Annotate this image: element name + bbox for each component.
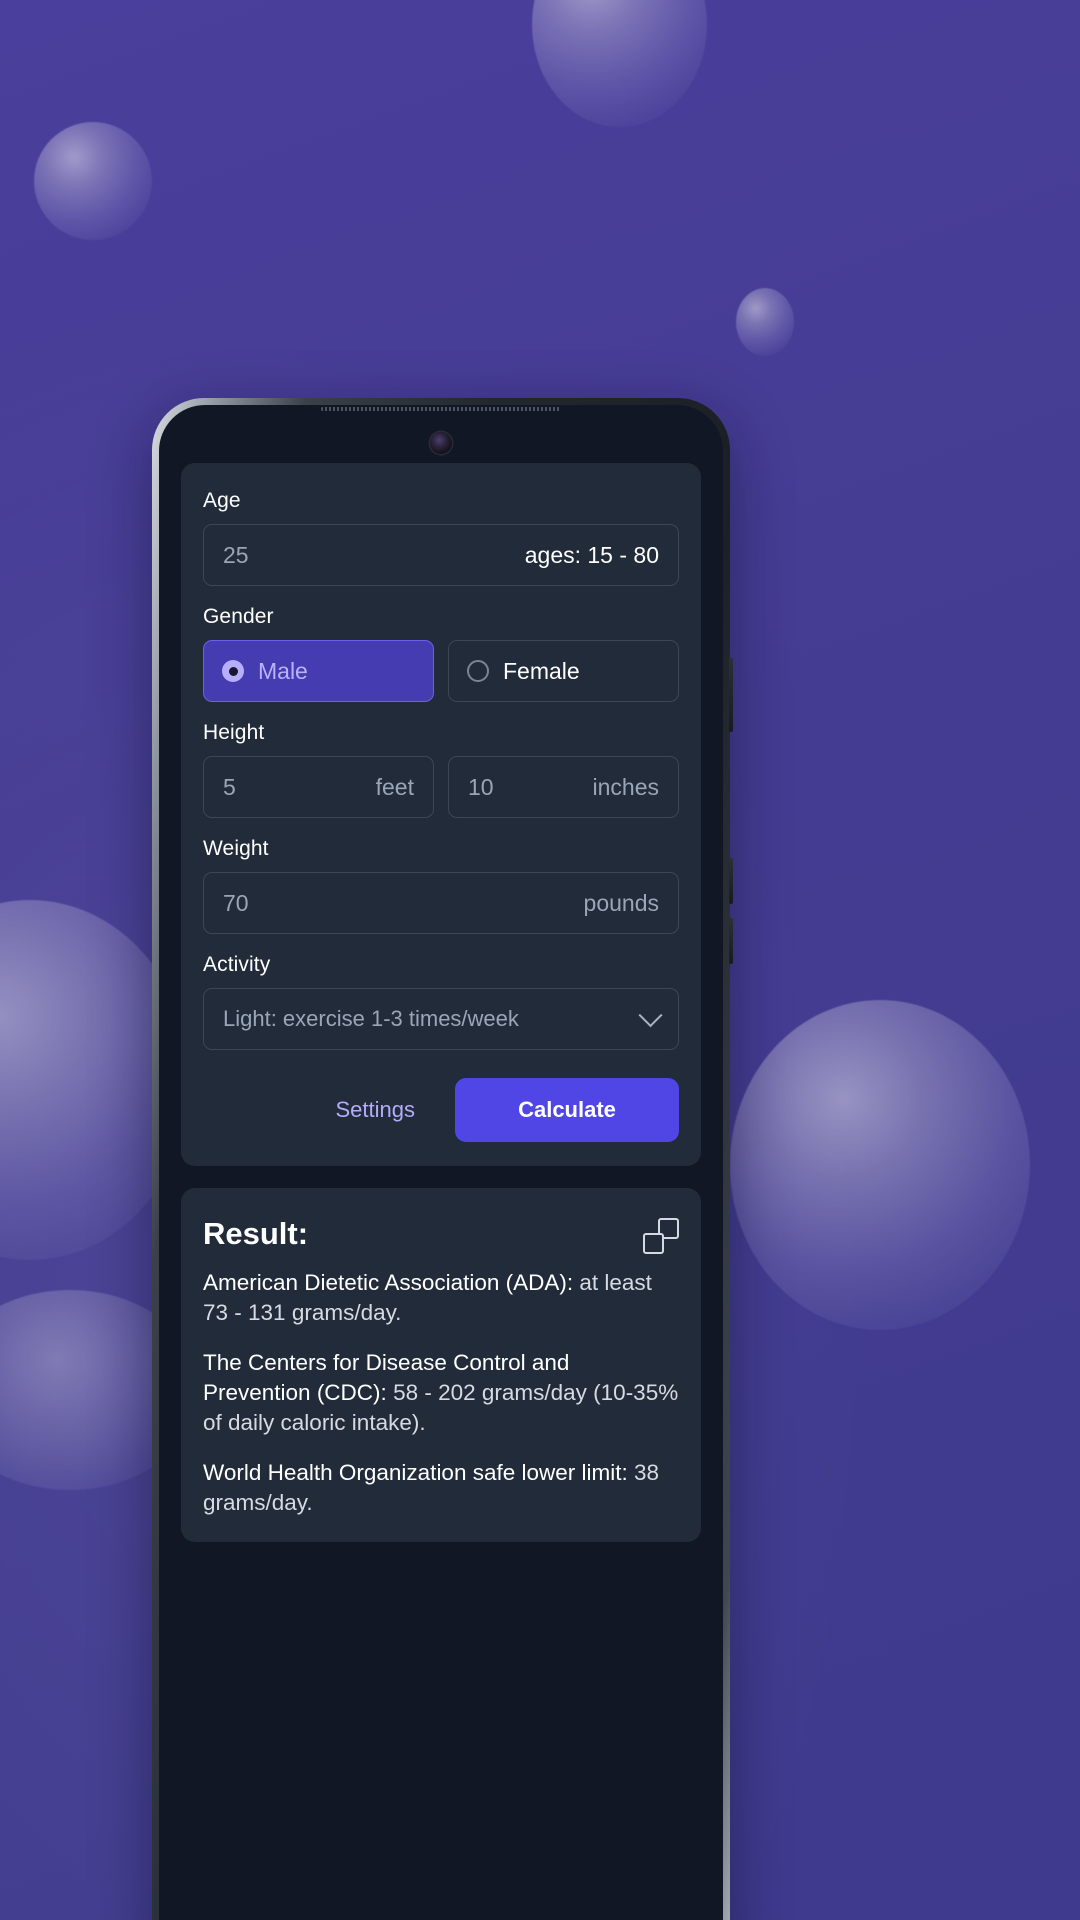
radio-unselected-icon: [467, 660, 489, 682]
actions-row: Settings Calculate: [203, 1078, 679, 1142]
height-inches-unit: inches: [592, 773, 659, 800]
decorative-sphere: [34, 122, 152, 240]
phone-power-key: [729, 918, 733, 964]
result-paragraph-who: World Health Organization safe lower lim…: [203, 1458, 679, 1517]
gender-option-male[interactable]: Male: [203, 640, 434, 702]
result-paragraph-ada: American Dietetic Association (ADA): at …: [203, 1268, 679, 1327]
height-label: Height: [203, 721, 265, 744]
age-value: 25: [223, 541, 249, 568]
gender-option-female[interactable]: Female: [448, 640, 679, 702]
activity-label: Activity: [203, 953, 271, 976]
phone-volume-down-key: [729, 858, 733, 904]
phone-mockup-frame: Age 25 ages: 15 - 80 Gender Male Female …: [152, 398, 733, 1920]
weight-label: Weight: [203, 837, 269, 860]
field-group-weight: Weight 70 pounds: [203, 837, 679, 934]
weight-unit: pounds: [583, 889, 659, 916]
input-card: Age 25 ages: 15 - 80 Gender Male Female …: [181, 463, 701, 1166]
age-input[interactable]: 25 ages: 15 - 80: [203, 524, 679, 586]
field-group-gender: Gender Male Female: [203, 605, 679, 702]
result-header: Result:: [203, 1216, 679, 1268]
result-title: Result:: [203, 1216, 309, 1251]
field-group-age: Age 25 ages: 15 - 80: [203, 489, 679, 586]
result-card: Result: American Dietetic Association (A…: [181, 1188, 701, 1542]
result-paragraph-cdc: The Centers for Disease Control and Prev…: [203, 1348, 679, 1437]
weight-input[interactable]: 70 pounds: [203, 872, 679, 934]
field-group-activity: Activity Light: exercise 1-3 times/week: [203, 953, 679, 1050]
phone-screen: Age 25 ages: 15 - 80 Gender Male Female …: [159, 405, 723, 1920]
copy-icon[interactable]: [643, 1218, 679, 1254]
activity-select[interactable]: Light: exercise 1-3 times/week: [203, 988, 679, 1050]
age-label: Age: [203, 489, 241, 512]
age-hint: ages: 15 - 80: [524, 541, 659, 568]
gender-option-female-label: Female: [503, 657, 580, 684]
gender-option-male-label: Male: [258, 657, 308, 684]
calculate-button[interactable]: Calculate: [455, 1078, 679, 1142]
result-ada-source: American Dietetic Association (ADA):: [203, 1270, 574, 1295]
chevron-down-icon: [638, 1002, 663, 1027]
decorative-sphere: [532, 0, 707, 127]
field-group-height: Height 5 feet 10 inches: [203, 721, 679, 818]
front-camera-icon: [430, 432, 452, 454]
phone-speaker-grille: [321, 407, 561, 411]
radio-selected-icon: [222, 660, 244, 682]
app-content: Age 25 ages: 15 - 80 Gender Male Female …: [159, 463, 723, 1920]
height-inputs: 5 feet 10 inches: [203, 756, 679, 818]
height-inches-input[interactable]: 10 inches: [448, 756, 679, 818]
decorative-sphere: [736, 288, 794, 356]
height-feet-unit: feet: [375, 773, 414, 800]
weight-value: 70: [223, 889, 249, 916]
height-feet-input[interactable]: 5 feet: [203, 756, 434, 818]
gender-options: Male Female: [203, 640, 679, 702]
height-feet-value: 5: [223, 773, 236, 800]
decorative-sphere: [730, 1000, 1030, 1330]
settings-button[interactable]: Settings: [310, 1081, 442, 1139]
activity-selected-value: Light: exercise 1-3 times/week: [223, 1006, 519, 1031]
gender-label: Gender: [203, 605, 274, 628]
result-who-source: World Health Organization safe lower lim…: [203, 1460, 628, 1486]
height-inches-value: 10: [468, 773, 494, 800]
phone-volume-up-key: [729, 658, 733, 732]
